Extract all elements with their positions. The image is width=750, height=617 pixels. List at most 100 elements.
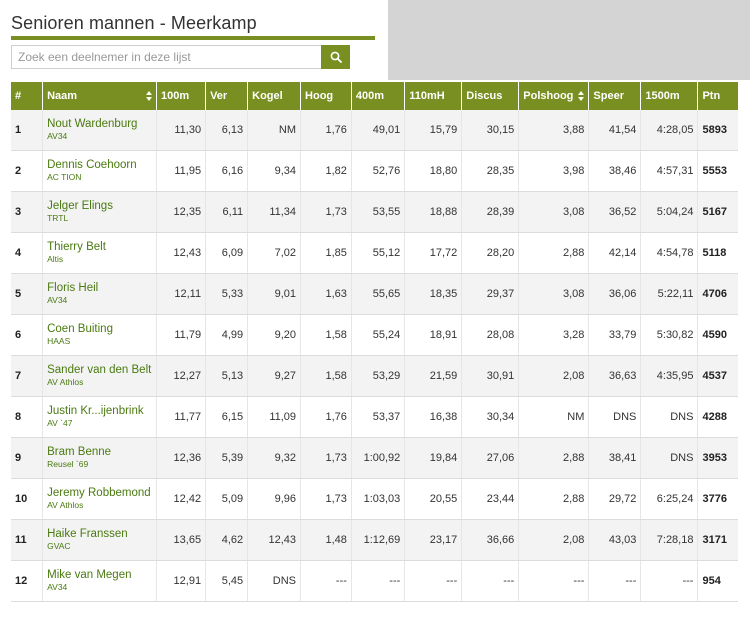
column-header-100m[interactable]: 100m <box>156 82 207 110</box>
results-body: 1 Nout Wardenburg AV34 11,30 6,13 NM 1,76 49,01… <box>11 110 738 602</box>
athlete-name-link[interactable]: Jelger Elings <box>47 200 152 213</box>
result-cell-polshoog: 2,88 <box>518 478 590 520</box>
result-cell-c1500m: 7:28,18 <box>640 519 699 561</box>
athlete-club-link[interactable]: AV `47 <box>47 418 152 429</box>
column-header-label: Naam <box>47 90 78 102</box>
column-header-polshoog[interactable]: Polshoog <box>518 82 590 110</box>
column-header-kogel[interactable]: Kogel <box>247 82 302 110</box>
athlete-cell: Mike van Megen AV34 <box>42 560 158 602</box>
result-cell-c110mh: 20,55 <box>404 478 463 520</box>
athlete-name-link[interactable]: Mike van Megen <box>47 569 152 582</box>
column-header-label: 100m <box>161 90 190 102</box>
sort-arrows-icon <box>578 91 585 101</box>
athlete-club-link[interactable]: AC TION <box>47 172 152 183</box>
result-cell-c1500m: 6:25,24 <box>640 478 699 520</box>
column-header-speer[interactable]: Speer <box>588 82 642 110</box>
sort-arrows-icon <box>146 91 153 101</box>
athlete-name-link[interactable]: Haike Franssen <box>47 528 152 541</box>
athlete-club-link[interactable]: GVAC <box>47 541 152 552</box>
athlete-cell: Haike Franssen GVAC <box>42 519 158 561</box>
column-header-discus[interactable]: Discus <box>461 82 520 110</box>
points-cell: 3953 <box>697 437 738 479</box>
athlete-club-link[interactable]: AV Athlos <box>47 377 152 388</box>
search-button[interactable] <box>321 45 350 69</box>
result-cell-ver: 5,13 <box>205 355 249 397</box>
result-cell-speer: 36,52 <box>588 191 642 233</box>
rank-cell: 10 <box>11 478 44 520</box>
results-table: # Naam 100m Ver Kogel Hoog 400m 110mH Di… <box>11 82 738 602</box>
points-cell: 954 <box>697 560 738 602</box>
result-cell-speer: --- <box>588 560 642 602</box>
result-cell-discus: 36,66 <box>461 519 520 561</box>
athlete-club-link[interactable]: TRTL <box>47 213 152 224</box>
result-cell-c400m: --- <box>351 560 406 602</box>
athlete-name-link[interactable]: Jeremy Robbemond <box>47 487 152 500</box>
points-cell: 3776 <box>697 478 738 520</box>
rank-cell: 4 <box>11 232 44 274</box>
athlete-name-link[interactable]: Sander van den Belt <box>47 364 152 377</box>
title-underline <box>11 36 375 40</box>
athlete-club-link[interactable]: AV34 <box>47 582 152 593</box>
athlete-name-link[interactable]: Justin Kr...ijenbrink <box>47 405 152 418</box>
result-cell-c110mh: 16,38 <box>404 396 463 438</box>
athlete-name-link[interactable]: Dennis Coehoorn <box>47 159 152 172</box>
column-header-400m[interactable]: 400m <box>351 82 406 110</box>
athlete-name-link[interactable]: Floris Heil <box>47 282 152 295</box>
athlete-club-link[interactable]: HAAS <box>47 336 152 347</box>
result-cell-polshoog: 3,08 <box>518 191 590 233</box>
rank-cell: 3 <box>11 191 44 233</box>
points-cell: 4288 <box>697 396 738 438</box>
result-cell-discus: 28,08 <box>461 314 520 356</box>
result-cell-hoog: 1,58 <box>300 355 352 397</box>
result-cell-discus: 28,35 <box>461 150 520 192</box>
athlete-name-link[interactable]: Coen Buiting <box>47 323 152 336</box>
athlete-club-link[interactable]: AV34 <box>47 295 152 306</box>
athlete-name-link[interactable]: Nout Wardenburg <box>47 118 152 131</box>
athlete-club-link[interactable]: Reusel `69 <box>47 459 152 470</box>
result-cell-c110mh: 18,80 <box>404 150 463 192</box>
athlete-club-link[interactable]: AV Athlos <box>47 500 152 511</box>
column-header-ptn[interactable]: Ptn <box>697 82 738 110</box>
column-header-naam[interactable]: Naam <box>42 82 158 110</box>
column-header-hoog[interactable]: Hoog <box>300 82 352 110</box>
athlete-name-link[interactable]: Bram Benne <box>47 446 152 459</box>
result-cell-hoog: 1,76 <box>300 396 352 438</box>
result-cell-kogel: 9,20 <box>247 314 302 356</box>
athlete-club-link[interactable]: AV34 <box>47 131 152 142</box>
result-cell-c1500m: DNS <box>640 437 699 479</box>
column-header-label: Kogel <box>252 90 283 102</box>
result-cell-polshoog: 3,98 <box>518 150 590 192</box>
athlete-cell: Jelger Elings TRTL <box>42 191 158 233</box>
result-cell-discus: 28,39 <box>461 191 520 233</box>
column-header-label: Polshoog <box>523 90 574 102</box>
table-row: 8 Justin Kr...ijenbrink AV `47 11,77 6,15 11,… <box>11 396 738 438</box>
result-cell-ver: 5,09 <box>205 478 249 520</box>
result-cell-speer: 43,03 <box>588 519 642 561</box>
result-cell-hoog: --- <box>300 560 352 602</box>
result-cell-ver: 5,39 <box>205 437 249 479</box>
result-cell-c400m: 55,12 <box>351 232 406 274</box>
athlete-cell: Thierry Belt Altis <box>42 232 158 274</box>
column-header-ver[interactable]: Ver <box>205 82 249 110</box>
athlete-name-link[interactable]: Thierry Belt <box>47 241 152 254</box>
column-header-1500m[interactable]: 1500m <box>640 82 699 110</box>
rank-cell: 7 <box>11 355 44 397</box>
result-cell-hoog: 1,73 <box>300 191 352 233</box>
search-input[interactable] <box>11 45 321 69</box>
result-cell-ver: 5,45 <box>205 560 249 602</box>
column-header-110mh[interactable]: 110mH <box>404 82 463 110</box>
result-cell-ver: 6,15 <box>205 396 249 438</box>
column-header-rank[interactable]: # <box>11 82 44 110</box>
result-cell-c400m: 53,37 <box>351 396 406 438</box>
result-cell-discus: 23,44 <box>461 478 520 520</box>
column-header-label: Speer <box>593 90 624 102</box>
points-cell: 5167 <box>697 191 738 233</box>
athlete-cell: Sander van den Belt AV Athlos <box>42 355 158 397</box>
points-cell: 5118 <box>697 232 738 274</box>
result-cell-c110mh: 15,79 <box>404 110 463 151</box>
athlete-club-link[interactable]: Altis <box>47 254 152 265</box>
result-cell-c110mh: 21,59 <box>404 355 463 397</box>
result-cell-c400m: 53,29 <box>351 355 406 397</box>
athlete-cell: Nout Wardenburg AV34 <box>42 110 158 151</box>
table-row: 11 Haike Franssen GVAC 13,65 4,62 12,43 1,48 1:… <box>11 519 738 561</box>
